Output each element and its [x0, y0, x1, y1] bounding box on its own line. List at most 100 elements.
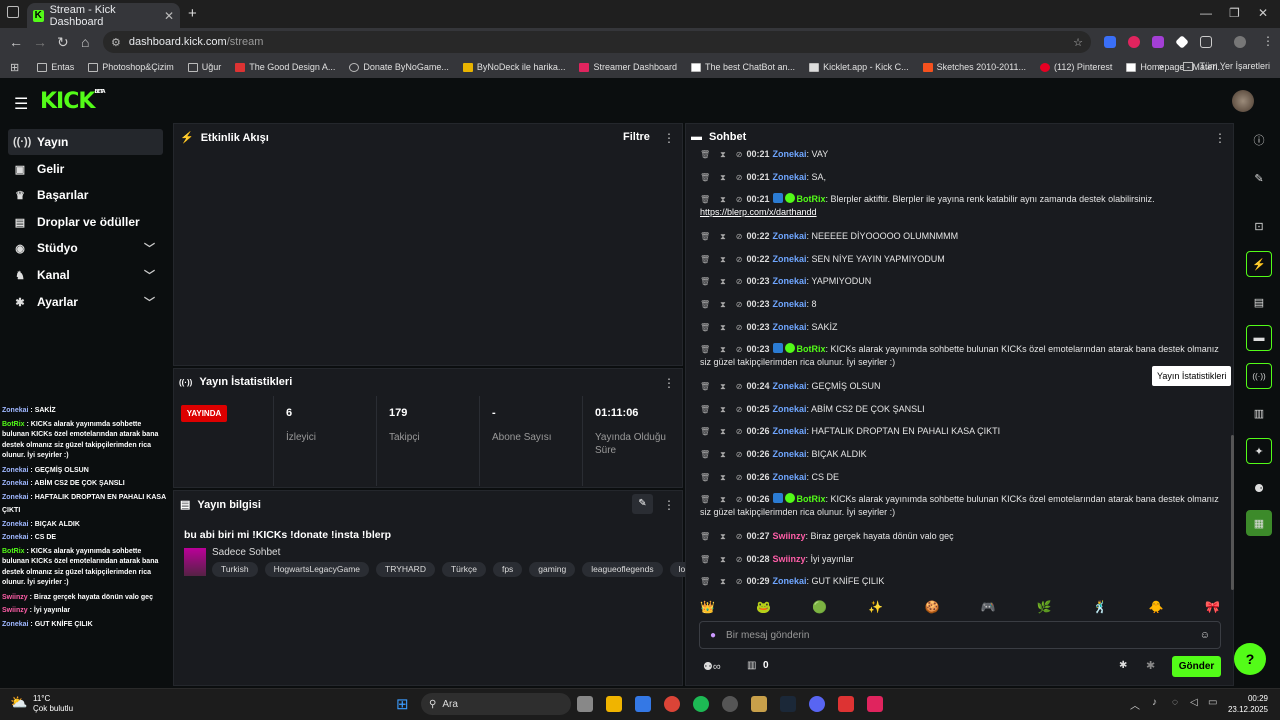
taskview-icon[interactable] — [577, 696, 593, 712]
ban-icon[interactable]: ⊘ — [736, 382, 743, 391]
emote[interactable]: 🟢 — [812, 600, 827, 614]
timeout-icon[interactable]: ⧗ — [720, 232, 726, 241]
activity-toggle-icon[interactable]: ⚡ — [1246, 251, 1272, 277]
bookmark-item[interactable]: The Good Design A... — [235, 62, 335, 72]
delete-icon[interactable]: 🗑 — [700, 532, 710, 541]
ban-icon[interactable]: ⊘ — [736, 150, 743, 159]
timeout-icon[interactable]: ⧗ — [720, 323, 726, 332]
timeout-icon[interactable]: ⧗ — [720, 555, 726, 564]
fullscreen-icon[interactable]: ⊡ — [1246, 213, 1272, 239]
sidebar-item-basarilar[interactable]: ♛ Başarılar — [8, 182, 163, 208]
stats-menu-icon[interactable]: ⋮ — [663, 376, 675, 390]
emote[interactable]: 🍪 — [924, 600, 939, 614]
battery-icon[interactable]: ▭ — [1208, 697, 1217, 708]
pencil-icon[interactable]: ✎ — [1246, 165, 1272, 191]
ban-icon[interactable]: ⊘ — [736, 277, 743, 286]
delete-icon[interactable]: 🗑 — [700, 345, 710, 354]
bookmark-item[interactable]: Streamer Dashboard — [579, 62, 677, 72]
timeout-icon[interactable]: ⧗ — [720, 300, 726, 309]
weather-widget[interactable]: 11°C Çok bulutlu — [33, 694, 73, 714]
integrations-icon[interactable]: ⚈ — [1246, 475, 1272, 501]
bookmark-star-icon[interactable]: ☆ — [1073, 36, 1083, 49]
delete-icon[interactable]: 🗑 — [700, 150, 710, 159]
extension-icon-3[interactable] — [1152, 36, 1164, 48]
timeout-icon[interactable]: ⧗ — [720, 255, 726, 264]
bookmark-item[interactable]: Entas — [37, 62, 74, 72]
bookmark-item[interactable]: Uğur — [187, 62, 221, 72]
tag[interactable]: TRYHARD — [376, 562, 435, 577]
browser-tab[interactable]: K Stream - Kick Dashboard ✕ — [27, 3, 180, 28]
timeout-icon[interactable]: ⧗ — [720, 195, 726, 204]
sidebar-item-droplar[interactable]: ▤ Droplar ve ödüller — [8, 209, 163, 235]
network-icon[interactable]: ◌ — [1172, 697, 1178, 708]
emote[interactable]: 🐸 — [756, 600, 771, 614]
timeout-icon[interactable]: ⧗ — [720, 345, 726, 354]
ban-icon[interactable]: ⊘ — [736, 232, 743, 241]
mic-tray-icon[interactable]: ♪ — [1152, 697, 1157, 708]
delete-icon[interactable]: 🗑 — [700, 173, 710, 182]
activity-menu-icon[interactable]: ⋮ — [663, 131, 675, 145]
extensions-puzzle-icon[interactable] — [1200, 36, 1212, 48]
back-icon[interactable]: ← — [9, 34, 23, 50]
kick-logo[interactable]: KICKBETA — [40, 89, 106, 114]
user-avatar[interactable] — [1232, 90, 1254, 112]
delete-icon[interactable]: 🗑 — [700, 405, 710, 414]
tag[interactable]: gaming — [529, 562, 576, 577]
emote[interactable]: 🌿 — [1037, 600, 1052, 614]
forward-icon[interactable]: → — [33, 34, 47, 50]
maximize-icon[interactable]: ❐ — [1229, 6, 1240, 20]
site-info-icon[interactable]: ⚙ — [111, 36, 121, 49]
clock[interactable]: 00:29 23.12.2025 — [1226, 693, 1268, 715]
timeout-icon[interactable]: ⧗ — [720, 532, 726, 541]
message-user[interactable]: BotRix — [797, 194, 826, 204]
send-button[interactable]: Gönder — [1172, 656, 1221, 677]
ban-icon[interactable]: ⊘ — [736, 427, 743, 436]
new-tab-icon[interactable]: + — [188, 5, 197, 22]
timeout-icon[interactable]: ⧗ — [720, 277, 726, 286]
tag[interactable]: fps — [492, 562, 523, 577]
sidebar-item-ayarlar[interactable]: ✱ Ayarlar ﹀ — [8, 289, 163, 315]
message-user[interactable]: Zonekai — [773, 404, 807, 414]
ban-icon[interactable]: ⊘ — [736, 173, 743, 182]
ban-icon[interactable]: ⊘ — [736, 577, 743, 586]
weather-icon[interactable]: ⛅ — [10, 694, 27, 711]
sidebar-item-kanal[interactable]: ♞ Kanal ﹀ — [8, 262, 163, 288]
timeout-icon[interactable]: ⧗ — [720, 427, 726, 436]
message-user[interactable]: Zonekai — [773, 231, 807, 241]
emote[interactable]: 🎮 — [981, 600, 996, 614]
ban-icon[interactable]: ⊘ — [736, 555, 743, 564]
message-user[interactable]: Zonekai — [773, 426, 807, 436]
chrome-icon[interactable] — [664, 696, 680, 712]
bookmark-item[interactable]: Sketches 2010-2011... — [922, 62, 1026, 72]
help-chat-icon[interactable]: ? — [1234, 643, 1266, 675]
message-user[interactable]: Zonekai — [773, 149, 807, 159]
tools-icon[interactable]: ✦ — [1246, 438, 1272, 464]
delete-icon[interactable]: 🗑 — [700, 382, 710, 391]
timeout-icon[interactable]: ⧗ — [720, 473, 726, 482]
bookmark-item[interactable]: ByNoDeck ile harika... — [462, 62, 565, 72]
ban-icon[interactable]: ⊘ — [736, 532, 743, 541]
delete-icon[interactable]: 🗑 — [700, 232, 710, 241]
info-icon[interactable]: ⓘ — [1246, 127, 1272, 153]
start-icon[interactable]: ⊞ — [396, 695, 409, 713]
bookmark-item[interactable]: Donate ByNoGame... — [349, 62, 449, 72]
browser-menu-icon[interactable]: ⋮ — [1262, 34, 1274, 48]
profile-icon[interactable] — [1234, 36, 1246, 48]
tag[interactable]: Türkçe — [441, 562, 486, 577]
mod-queue-icon[interactable]: ▥ — [1246, 400, 1272, 426]
all-bookmarks[interactable]: Tüm Yer İşaretleri — [1199, 61, 1270, 71]
message-user[interactable]: BotRix — [797, 494, 826, 504]
extension-icon-2[interactable] — [1128, 36, 1140, 48]
timeout-icon[interactable]: ⧗ — [720, 150, 726, 159]
timeout-icon[interactable]: ⧗ — [720, 405, 726, 414]
file-explorer-icon[interactable] — [606, 696, 622, 712]
bookmark-item[interactable]: Photoshop&Çizim — [88, 62, 174, 72]
kick-points-icon[interactable]: ⚉∞ — [703, 660, 721, 673]
steam-icon[interactable] — [780, 696, 796, 712]
apps-grid-icon[interactable]: ⊞ — [10, 61, 19, 74]
microphone-icon[interactable]: ● — [710, 630, 716, 641]
ban-icon[interactable]: ⊘ — [736, 405, 743, 414]
message-user[interactable]: Swiinzy — [773, 554, 806, 564]
emoji-icon[interactable]: ☺ — [1200, 630, 1210, 641]
store-icon[interactable]: ▥ — [747, 660, 756, 671]
